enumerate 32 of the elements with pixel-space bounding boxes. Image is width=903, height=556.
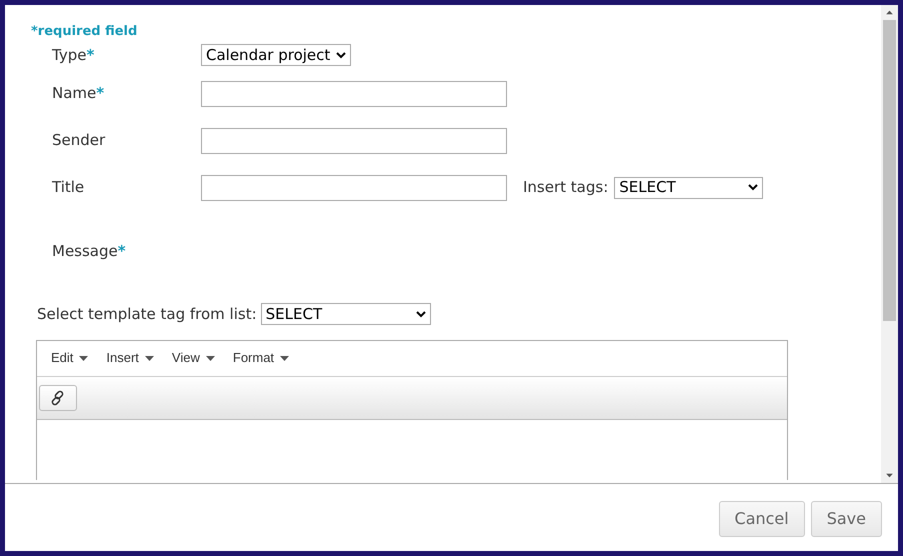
field-label: Name* [52, 83, 106, 104]
chevron-icon [748, 184, 758, 191]
caret-icon [886, 10, 893, 14]
caret-icon [280, 356, 290, 360]
tags-select[interactable]: SELECT [614, 176, 764, 198]
required-note: *required field [31, 24, 138, 39]
chevron-icon [336, 52, 346, 58]
input-field[interactable] [201, 174, 507, 200]
insert-tags-label: Insert tags: [523, 177, 608, 198]
field-label: Type* [52, 44, 96, 66]
menu-button[interactable]: Format [226, 348, 296, 368]
caret-icon [886, 474, 893, 478]
caret-icon [79, 356, 88, 360]
template-tag-label: Select template tag from list: [37, 304, 257, 325]
menu-button[interactable]: View [166, 348, 221, 368]
field-label: Sender [52, 130, 106, 152]
caret-icon [144, 356, 154, 360]
chevron-icon [416, 310, 426, 318]
menu-button[interactable]: Insert [100, 348, 160, 368]
field-label: Title [52, 177, 86, 198]
type-select[interactable]: Calendar project [201, 44, 351, 66]
link-button[interactable] [39, 384, 77, 410]
menu-button[interactable]: Edit [45, 348, 94, 368]
input-field[interactable] [201, 128, 507, 154]
dialog-button[interactable]: Cancel [718, 500, 805, 536]
input-field[interactable] [201, 80, 507, 106]
template-tag-select[interactable]: SELECT [260, 303, 431, 326]
scrollbar[interactable] [881, 5, 898, 483]
dialog-button[interactable]: Save [810, 500, 882, 536]
link-icon [50, 390, 66, 406]
caret-icon [206, 356, 215, 360]
field-label: Message* [52, 240, 127, 262]
